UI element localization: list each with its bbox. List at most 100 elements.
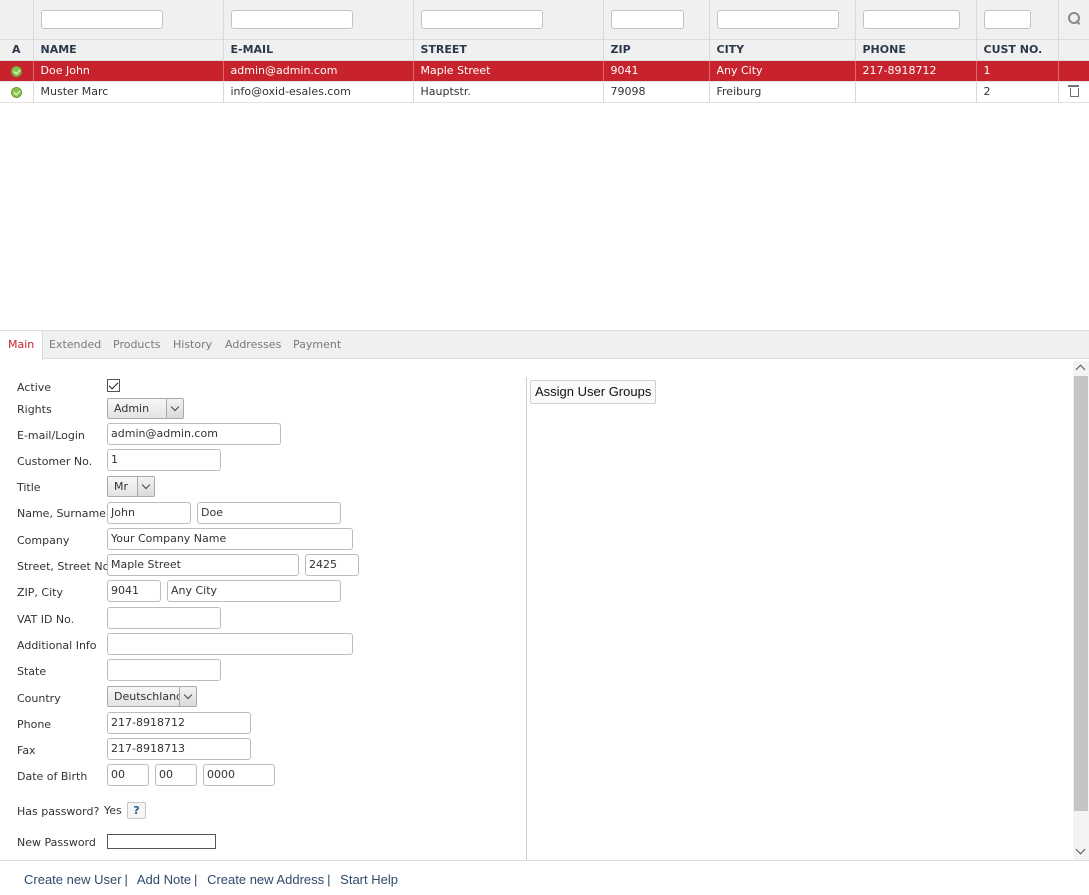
street-label: Street, Street No. bbox=[17, 560, 113, 573]
filter-zip-input[interactable] bbox=[610, 9, 684, 29]
tab-products[interactable]: Products bbox=[105, 331, 169, 359]
title-select[interactable]: Mr bbox=[107, 476, 155, 497]
name-label: Name, Surname bbox=[17, 507, 106, 520]
cell-email[interactable]: info@oxid-esales.com bbox=[223, 81, 414, 103]
footer-separator: | bbox=[124, 872, 128, 887]
phone-field[interactable]: 217-8918712 bbox=[107, 712, 251, 734]
tab-addresses[interactable]: Addresses bbox=[217, 331, 289, 359]
col-header-phone[interactable]: PHONE bbox=[855, 39, 977, 61]
streetno-field[interactable]: 2425 bbox=[305, 554, 359, 576]
zip-field[interactable]: 9041 bbox=[107, 580, 161, 602]
dob-month-field[interactable]: 00 bbox=[155, 764, 197, 786]
tab-main[interactable]: Main bbox=[0, 331, 44, 360]
vertical-scrollbar[interactable] bbox=[1073, 361, 1089, 860]
assign-user-groups-button[interactable]: Assign User Groups bbox=[530, 380, 657, 404]
phone-label: Phone bbox=[17, 718, 52, 731]
user-main-form: Active Rights Admin E-mail/Login admin@a… bbox=[0, 360, 526, 860]
dob-year-field[interactable]: 0000 bbox=[203, 764, 275, 786]
tab-bar: Main Extended Products History Addresses… bbox=[0, 330, 1089, 360]
active-status-icon bbox=[10, 86, 22, 98]
chevron-down-icon bbox=[137, 477, 154, 496]
cell-name[interactable]: Muster Marc bbox=[33, 81, 224, 103]
help-button[interactable]: ? bbox=[127, 802, 146, 819]
tab-extended[interactable]: Extended bbox=[41, 331, 109, 359]
zipcity-label: ZIP, City bbox=[17, 586, 63, 599]
state-field[interactable] bbox=[107, 659, 221, 681]
col-header-zip[interactable]: ZIP bbox=[603, 39, 710, 61]
add-note-link[interactable]: Add Note bbox=[137, 872, 191, 887]
fax-field[interactable]: 217-8918713 bbox=[107, 738, 251, 760]
addinfo-label: Additional Info bbox=[17, 639, 97, 652]
col-header-active[interactable]: A bbox=[0, 39, 34, 61]
create-new-user-link[interactable]: Create new User bbox=[24, 872, 122, 887]
chevron-down-icon bbox=[166, 399, 183, 418]
col-header-email[interactable]: E-MAIL bbox=[223, 39, 414, 61]
custno-field[interactable]: 1 bbox=[107, 449, 221, 471]
vat-label: VAT ID No. bbox=[17, 613, 75, 626]
cell-street[interactable]: Maple Street bbox=[413, 60, 604, 82]
country-label: Country bbox=[17, 692, 61, 705]
col-header-city[interactable]: CITY bbox=[709, 39, 856, 61]
email-label: E-mail/Login bbox=[17, 429, 85, 442]
rights-select-value: Admin bbox=[114, 402, 150, 415]
tab-history[interactable]: History bbox=[165, 331, 220, 359]
fax-label: Fax bbox=[17, 744, 36, 757]
footer-separator: | bbox=[194, 872, 198, 887]
table-row[interactable]: Muster Marc info@oxid-esales.com Hauptst… bbox=[0, 81, 1089, 103]
company-label: Company bbox=[17, 534, 70, 547]
cell-street[interactable]: Hauptstr. bbox=[413, 81, 604, 103]
cell-zip[interactable]: 79098 bbox=[603, 81, 710, 103]
cell-city[interactable]: Freiburg bbox=[709, 81, 856, 103]
create-new-address-link[interactable]: Create new Address bbox=[207, 872, 324, 887]
filter-street-input[interactable] bbox=[420, 9, 543, 29]
col-header-name[interactable]: NAME bbox=[33, 39, 224, 61]
newpassword-label: New Password bbox=[17, 836, 96, 849]
footer-actions: Create new User | Add Note | Create new Ad… bbox=[0, 860, 1089, 895]
filter-custno-input[interactable] bbox=[983, 9, 1031, 29]
trash-icon[interactable] bbox=[1068, 84, 1080, 97]
title-select-value: Mr bbox=[114, 480, 129, 493]
addinfo-field[interactable] bbox=[107, 633, 353, 655]
custno-label: Customer No. bbox=[17, 455, 93, 468]
cell-phone[interactable] bbox=[855, 81, 977, 103]
title-label: Title bbox=[17, 481, 41, 494]
filter-email-input[interactable] bbox=[230, 9, 353, 29]
vat-field[interactable] bbox=[107, 607, 221, 629]
company-field[interactable]: Your Company Name bbox=[107, 528, 353, 550]
start-help-link[interactable]: Start Help bbox=[340, 872, 398, 887]
col-header-street[interactable]: STREET bbox=[413, 39, 604, 61]
rights-select[interactable]: Admin bbox=[107, 398, 184, 419]
table-row[interactable]: Doe John admin@admin.com Maple Street 90… bbox=[0, 60, 1089, 82]
col-header-custno[interactable]: CUST NO. bbox=[976, 39, 1059, 61]
filter-name-input[interactable] bbox=[40, 9, 163, 29]
firstname-field[interactable]: John bbox=[107, 502, 191, 524]
active-status-icon bbox=[10, 65, 22, 77]
country-select[interactable]: Deutschland bbox=[107, 686, 197, 707]
cell-custno[interactable]: 2 bbox=[976, 81, 1059, 103]
active-checkbox[interactable] bbox=[107, 379, 120, 392]
user-list: A NAME E-MAIL STREET ZIP CITY PHONE CUST… bbox=[0, 0, 1089, 103]
tab-payment[interactable]: Payment bbox=[285, 331, 349, 359]
newpassword-field[interactable] bbox=[107, 834, 216, 849]
street-field[interactable]: Maple Street bbox=[107, 554, 299, 576]
cell-city[interactable]: Any City bbox=[709, 60, 856, 82]
cell-zip[interactable]: 9041 bbox=[603, 60, 710, 82]
cell-custno[interactable]: 1 bbox=[976, 60, 1059, 82]
city-field[interactable]: Any City bbox=[167, 580, 341, 602]
cell-email[interactable]: admin@admin.com bbox=[223, 60, 414, 82]
scroll-up-icon[interactable] bbox=[1075, 364, 1086, 375]
table-header: A NAME E-MAIL STREET ZIP CITY PHONE CUST… bbox=[0, 39, 1089, 61]
search-icon[interactable] bbox=[1067, 11, 1080, 24]
email-field[interactable]: admin@admin.com bbox=[107, 423, 281, 445]
scroll-down-icon[interactable] bbox=[1075, 844, 1086, 855]
dob-day-field[interactable]: 00 bbox=[107, 764, 149, 786]
filter-row bbox=[0, 0, 1089, 40]
cell-name[interactable]: Doe John bbox=[33, 60, 224, 82]
chevron-down-icon bbox=[179, 687, 196, 706]
filter-city-input[interactable] bbox=[716, 9, 839, 29]
cell-phone[interactable]: 217-8918712 bbox=[855, 60, 977, 82]
lastname-field[interactable]: Doe bbox=[197, 502, 341, 524]
haspassword-value: Yes bbox=[104, 804, 122, 817]
filter-phone-input[interactable] bbox=[862, 9, 960, 29]
scrollbar-thumb[interactable] bbox=[1074, 376, 1088, 811]
